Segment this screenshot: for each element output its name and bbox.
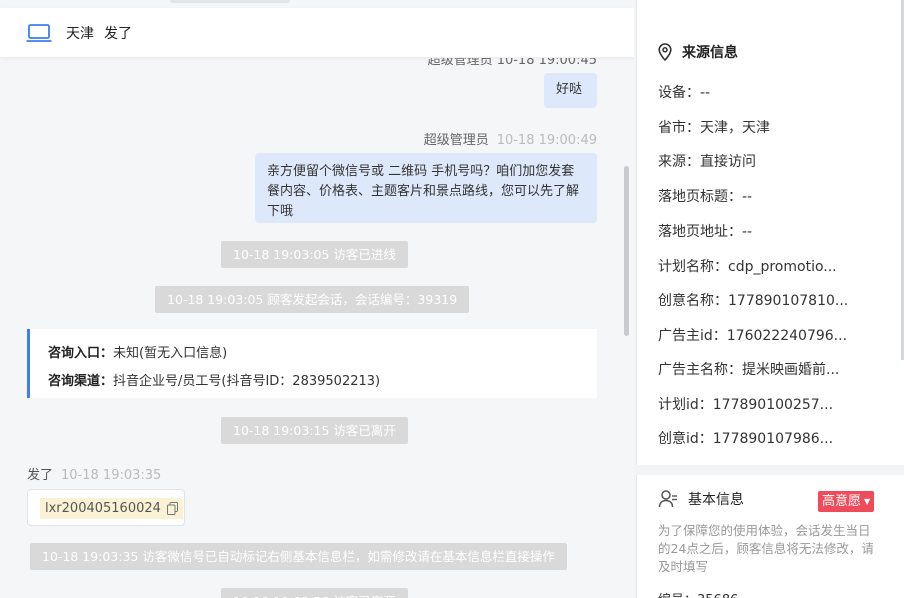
source-row-region: 省市：天津，天津 [658,120,770,136]
source-row-landing-url: 落地页地址：-- [658,224,753,240]
copy-icon[interactable] [166,502,178,515]
source-row-creative-id: 创意id：177890107986... [658,431,834,447]
basic-info-row: 编号：35686 [658,589,738,598]
source-info-title: 来源信息 [658,42,738,62]
source-row-origin: 来源：直接访问 [658,154,756,170]
location-pin-icon [658,43,672,61]
source-row-device: 设备：-- [658,85,711,101]
chat-scrollbar[interactable] [624,166,629,336]
visitor-name: 发了 [104,25,132,42]
channel-value: 抖音企业号/员工号(抖音号ID：2839502213) [113,374,381,389]
panel-divider [636,465,904,475]
basic-info-title: 基本信息 [658,489,744,509]
laptop-icon [26,23,52,42]
system-message: 10-18 19:03:38 访客已离开 [221,588,408,598]
channel-label: 咨询渠道： [48,374,114,389]
chat-area: 超级管理员 10-18 19:00:45 好哒 超级管理员 10-18 19:00… [0,0,634,598]
source-row-advertiser-name: 广告主名称：提米映画婚前... [658,362,840,378]
person-icon [658,490,677,508]
wechat-id-chip[interactable]: lxr200405160024 [40,498,183,519]
visitor-message-meta: 发了 10-18 19:03:35 [27,464,161,483]
right-panel: 来源信息 设备：-- 省市：天津，天津 来源：直接访问 落地页标题：-- 落地页… [636,0,904,598]
entry-value: 未知(暂无入口信息) [113,346,228,361]
system-message: 10-18 19:03:35 访客微信号已自动标记右侧基本信息栏，如需修改请在基… [30,543,567,570]
message-time: 10-18 19:03:35 [61,468,162,483]
visitor-name: 发了 [27,468,54,483]
source-row-plan-name: 计划名称：cdp_promotio... [658,259,837,275]
message-list[interactable]: 超级管理员 10-18 19:00:45 好哒 超级管理员 10-18 19:00… [0,0,634,598]
system-message: 10-18 19:03:05 访客已进线 [221,241,408,268]
agent-name: 超级管理员 [423,133,489,148]
caret-down-icon: ▼ [864,497,871,506]
intent-badge[interactable]: 高意愿 ▼ [818,491,875,512]
source-row-advertiser-id: 广告主id：176022240796... [658,328,848,344]
chat-header: 天津 发了 [0,8,634,58]
agent-message-bubble: 亲方便留个微信号或 二维码 手机号吗？咱们加您发套餐内容、价格表、主题客片和景点… [255,153,597,223]
source-row-creative-name: 创意名称：177890107810... [658,293,849,309]
source-row-plan-id: 计划id：177890100257... [658,397,834,413]
system-message: 10-18 19:03:05 顾客发起会话，会话编号：39319 [155,286,470,313]
wechat-card: lxr200405160024 [27,489,185,526]
basic-info-notice: 为了保障您的使用体验，会话发生当日的24点之后，顾客信息将无法修改，请及时填写 [658,523,874,574]
source-row-landing-title: 落地页标题：-- [658,189,753,205]
system-message: 10-18 19:03:15 访客已离开 [221,417,408,444]
message-time: 10-18 19:00:49 [496,133,597,148]
agent-message-meta: 超级管理员 10-18 19:00:49 [424,129,597,148]
entry-label: 咨询入口： [48,346,114,361]
visitor-city: 天津 [66,25,94,42]
wechat-id: lxr200405160024 [45,501,161,516]
consult-info-card: 咨询入口：未知(暂无入口信息) 咨询渠道：抖音企业号/员工号(抖音号ID：283… [27,329,597,398]
agent-message-bubble: 好哒 [544,73,597,108]
